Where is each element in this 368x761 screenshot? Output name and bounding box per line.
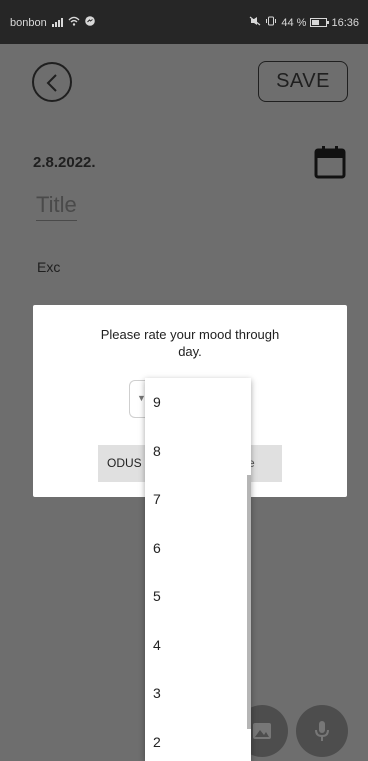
mood-option[interactable]: 3 (153, 685, 161, 701)
dialog-message: Please rate your mood through day. (100, 327, 280, 359)
mood-option[interactable]: 5 (153, 588, 161, 604)
mood-options-list: 9 8 7 6 5 4 3 2 (145, 378, 251, 761)
save-button[interactable]: SAVE (258, 61, 348, 102)
vibrate-icon (265, 16, 277, 29)
mood-option[interactable]: 2 (153, 734, 161, 750)
battery-icon (310, 18, 330, 27)
entry-date: 2.8.2022. (33, 154, 96, 171)
carrier-name: bonbon (10, 16, 47, 29)
chevron-left-icon (46, 74, 57, 92)
clock: 16:36 (331, 16, 359, 29)
image-icon (253, 723, 271, 739)
messenger-icon (84, 16, 95, 29)
battery-percent: 44 % (281, 16, 307, 29)
mute-icon (249, 16, 261, 29)
voice-input-button[interactable] (296, 705, 348, 757)
mood-option[interactable]: 9 (153, 394, 161, 410)
mood-option[interactable]: 8 (153, 443, 161, 459)
status-left: bonbon (10, 16, 95, 29)
mood-option[interactable]: 6 (153, 540, 161, 556)
cancel-button[interactable]: ODUS (98, 445, 152, 482)
status-bar: bonbon 44 % 16:36 (0, 0, 368, 44)
mic-icon (315, 721, 329, 741)
title-input[interactable]: Title (36, 192, 77, 221)
mood-option[interactable]: 7 (153, 491, 161, 507)
dropdown-scrollbar[interactable] (247, 475, 251, 729)
mood-option[interactable]: 4 (153, 637, 161, 653)
entry-text-input[interactable]: Exc (37, 259, 60, 275)
wifi-icon (68, 16, 80, 29)
calendar-icon[interactable] (314, 145, 346, 184)
back-button[interactable] (32, 62, 72, 102)
status-right: 44 % 16:36 (249, 16, 359, 29)
signal-icon (51, 18, 63, 27)
